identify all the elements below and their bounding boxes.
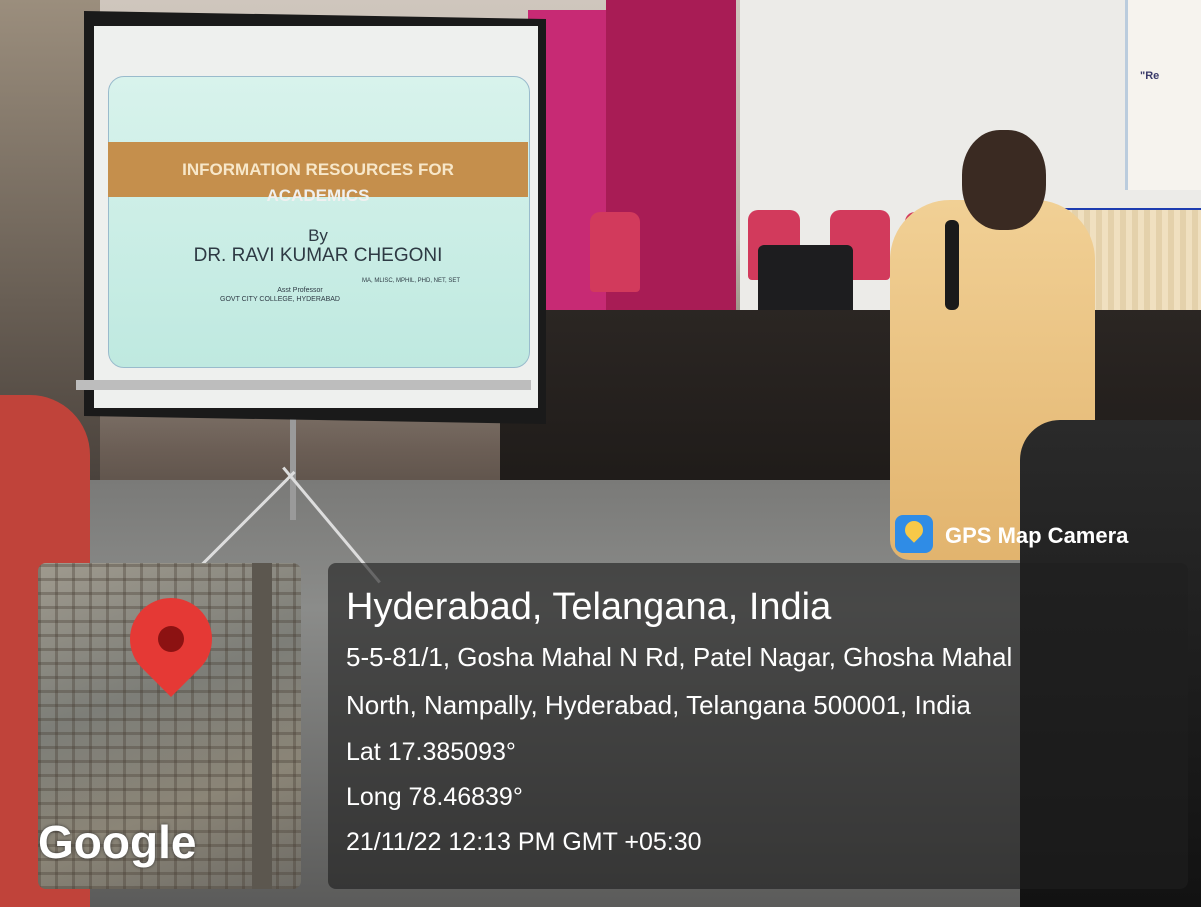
gps-pin-glyph bbox=[901, 517, 927, 543]
gps-map-camera-icon bbox=[895, 515, 933, 553]
slide-title-line2: ACADEMICS bbox=[266, 186, 370, 205]
slide-designation: Asst Professor bbox=[277, 287, 323, 294]
slide-by: By bbox=[308, 226, 328, 245]
speaker-head bbox=[962, 130, 1046, 230]
longitude: Long 78.46839° bbox=[346, 783, 523, 811]
map-thumbnail: Google bbox=[38, 563, 301, 889]
address-line-2: North, Nampally, Hyderabad, Telangana 50… bbox=[346, 690, 971, 720]
slide-presenter-name: DR. RAVI KUMAR CHEGONI bbox=[193, 245, 443, 266]
map-road bbox=[252, 563, 272, 889]
timestamp: 21/11/22 12:13 PM GMT +05:30 bbox=[346, 828, 702, 856]
map-pin-center bbox=[158, 626, 184, 652]
banner-text: "Re bbox=[1140, 70, 1160, 82]
address-line-1: 5-5-81/1, Gosha Mahal N Rd, Patel Nagar,… bbox=[346, 642, 1013, 672]
stage-chair bbox=[590, 212, 640, 292]
slide-degrees: MA, MLISC, MPHIL, PHD, NET, SET bbox=[361, 278, 460, 284]
slide-title: INFORMATION RESOURCES FOR bbox=[182, 160, 454, 179]
microphone bbox=[945, 220, 959, 310]
stage-banner bbox=[1125, 0, 1201, 190]
google-logo: Google bbox=[38, 816, 197, 868]
gps-app-badge: GPS Map Camera bbox=[895, 515, 1195, 557]
presentation-slide bbox=[108, 76, 530, 368]
loudspeaker bbox=[758, 245, 853, 320]
latitude: Lat 17.385093° bbox=[346, 738, 516, 766]
photo-scene: "Re INFORMATION RESOURCES FOR ACADEMICS … bbox=[0, 0, 1201, 907]
location-title: Hyderabad, Telangana, India bbox=[346, 586, 832, 628]
slide-college: GOVT CITY COLLEGE, HYDERABAD bbox=[220, 296, 340, 303]
gps-app-name: GPS Map Camera bbox=[945, 523, 1129, 548]
screen-bottom-bar bbox=[76, 380, 531, 390]
